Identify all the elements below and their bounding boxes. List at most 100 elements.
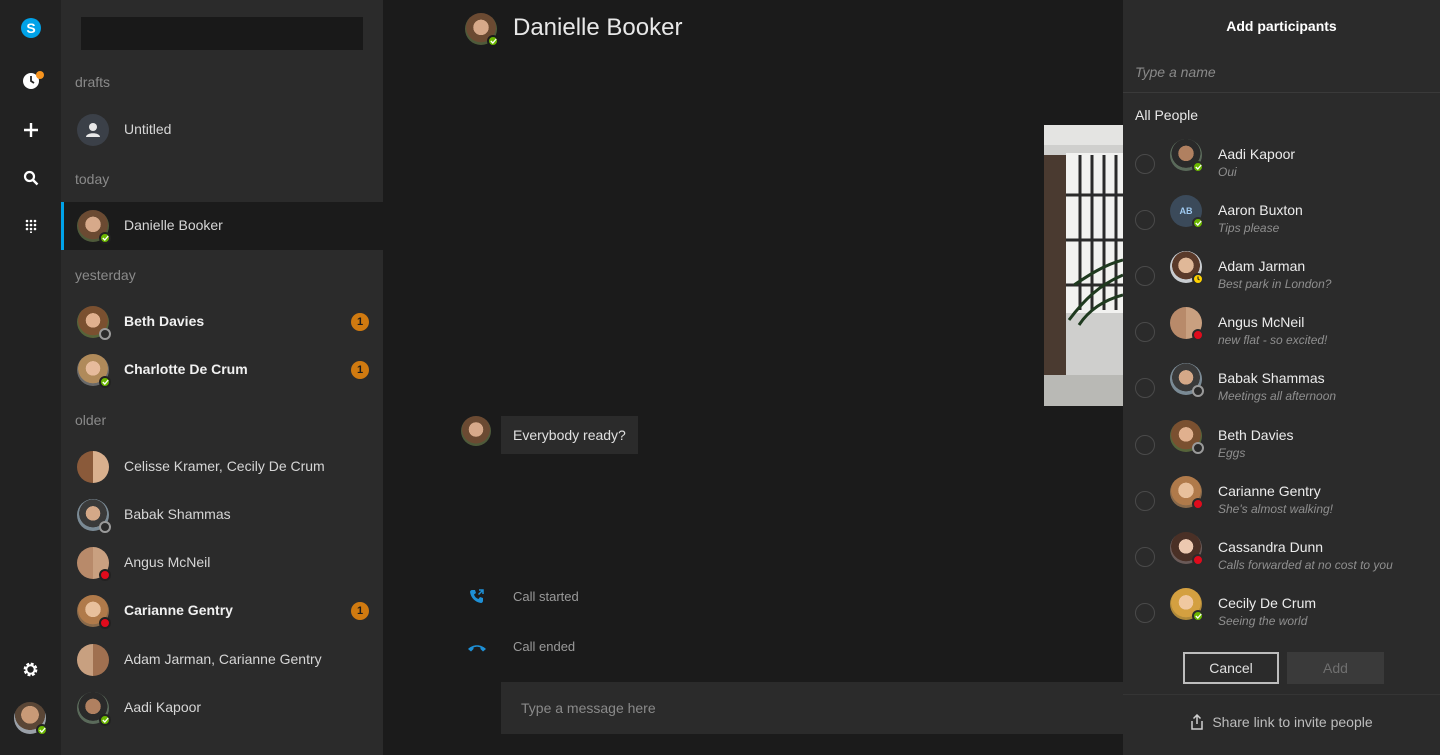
avatar	[77, 354, 111, 388]
conversation-name: Aadi Kapoor	[124, 699, 202, 715]
status-offline-icon	[99, 521, 111, 533]
call-ended-text: Call ended	[513, 639, 576, 654]
conversation-item[interactable]: Danielle Booker	[61, 202, 383, 250]
conversation-item[interactable]: Adam Jarman, Carianne Gentry	[61, 636, 383, 684]
search-icon[interactable]	[0, 158, 61, 198]
conversation-name: Untitled	[124, 121, 172, 137]
participant-row[interactable]: Aadi Kapoor Oui	[1123, 139, 1440, 200]
cancel-button[interactable]: Cancel	[1183, 652, 1279, 684]
person-placeholder-icon	[86, 123, 100, 137]
chat-header-avatar[interactable]	[465, 13, 499, 47]
select-radio[interactable]	[1135, 210, 1155, 230]
status-offline-icon	[1192, 442, 1204, 454]
participant-mood: new flat - so excited!	[1218, 333, 1328, 347]
conversation-item[interactable]: Aadi Kapoor	[61, 684, 383, 732]
select-radio[interactable]	[1135, 154, 1155, 174]
conversation-name: Carianne Gentry	[124, 602, 233, 618]
status-busy-icon	[1192, 554, 1204, 566]
avatar	[1170, 139, 1204, 173]
status-away-icon	[1192, 273, 1204, 285]
status-online-icon	[1192, 610, 1204, 622]
skype-logo-icon[interactable]: S	[0, 8, 61, 48]
participant-name: Angus McNeil	[1218, 314, 1305, 330]
divider	[1123, 92, 1440, 93]
section-older: older	[75, 412, 107, 428]
status-online-icon	[36, 724, 48, 736]
conversation-name: Beth Davies	[124, 313, 205, 329]
conversation-list: drafts Untitled today Danielle Booker ye…	[61, 0, 383, 755]
sender-avatar[interactable]	[461, 416, 491, 446]
participant-row[interactable]: Carianne Gentry She's almost walking!	[1123, 476, 1440, 537]
participant-mood: Eggs	[1218, 446, 1246, 460]
participant-row[interactable]: Angus McNeil new flat - so excited!	[1123, 307, 1440, 368]
participant-name: Adam Jarman	[1218, 258, 1306, 274]
participant-row[interactable]: Adam Jarman Best park in London?	[1123, 251, 1440, 312]
participant-mood: Tips please	[1218, 221, 1280, 235]
status-offline-icon	[1192, 385, 1204, 397]
select-radio[interactable]	[1135, 547, 1155, 567]
select-radio[interactable]	[1135, 491, 1155, 511]
participant-name: Cecily De Crum	[1218, 595, 1317, 611]
my-profile-avatar[interactable]	[14, 702, 48, 736]
avatar	[1170, 307, 1204, 341]
add-participants-panel: Add participants Type a name All People …	[1123, 0, 1440, 755]
participant-search-input[interactable]: Type a name	[1135, 64, 1428, 80]
add-button[interactable]: Add	[1287, 652, 1384, 684]
call-started-icon	[469, 588, 485, 609]
conversation-item[interactable]: Carianne Gentry 1	[61, 587, 383, 635]
message-input[interactable]: Type a message here	[501, 682, 1123, 734]
message-input-placeholder: Type a message here	[521, 700, 656, 716]
dialpad-icon[interactable]	[0, 206, 61, 246]
participant-mood: Seeing the world	[1218, 614, 1308, 628]
initials-avatar: AB	[1170, 195, 1204, 229]
call-started-text: Call started	[513, 589, 579, 604]
participant-name: Cassandra Dunn	[1218, 539, 1324, 555]
status-busy-icon	[99, 569, 111, 581]
section-today: today	[75, 171, 110, 187]
search-input[interactable]	[81, 17, 363, 50]
participant-mood: Oui	[1218, 165, 1237, 179]
conversation-item[interactable]: Charlotte De Crum 1	[61, 346, 383, 394]
avatar	[1170, 476, 1204, 510]
select-radio[interactable]	[1135, 378, 1155, 398]
participant-name: Carianne Gentry	[1218, 483, 1321, 499]
participant-mood: Best park in London?	[1218, 277, 1332, 291]
select-radio[interactable]	[1135, 266, 1155, 286]
add-icon[interactable]	[0, 110, 61, 150]
status-online-icon	[99, 376, 111, 388]
recent-icon[interactable]	[0, 61, 61, 101]
chat-title: Danielle Booker	[513, 14, 683, 41]
avatar	[1170, 363, 1204, 397]
avatar	[77, 114, 109, 146]
conversation-item[interactable]: Angus McNeil	[61, 539, 383, 587]
svg-text:S: S	[26, 20, 35, 36]
select-radio[interactable]	[1135, 435, 1155, 455]
participant-name: Aadi Kapoor	[1218, 146, 1296, 162]
avatar	[1170, 588, 1204, 622]
divider	[1123, 694, 1440, 695]
share-link-button[interactable]: Share link to invite people	[1123, 714, 1440, 730]
notification-dot	[36, 71, 44, 79]
participant-row[interactable]: Cecily De Crum Seeing the world	[1123, 588, 1440, 649]
shared-photo[interactable]	[1044, 125, 1123, 406]
conversation-item[interactable]: Babak Shammas	[61, 491, 383, 539]
conversation-name: Celisse Kramer, Cecily De Crum	[124, 458, 325, 474]
participant-row[interactable]: Beth Davies Eggs	[1123, 420, 1440, 481]
conversation-item[interactable]: Beth Davies 1	[61, 298, 383, 346]
avatar	[77, 499, 111, 533]
participant-row[interactable]: Babak Shammas Meetings all afternoon	[1123, 363, 1440, 424]
participant-row[interactable]: Cassandra Dunn Calls forwarded at no cos…	[1123, 532, 1440, 593]
chat-area: Danielle Booker Everybody ready? Call st…	[383, 0, 1123, 755]
section-drafts: drafts	[75, 74, 111, 90]
settings-icon[interactable]	[0, 649, 61, 689]
conversation-item[interactable]: Untitled	[61, 106, 383, 154]
select-radio[interactable]	[1135, 322, 1155, 342]
select-radio[interactable]	[1135, 603, 1155, 623]
participant-name: Aaron Buxton	[1218, 202, 1303, 218]
conversation-item[interactable]: Celisse Kramer, Cecily De Crum	[61, 443, 383, 491]
message-bubble[interactable]: Everybody ready?	[501, 416, 638, 454]
participant-row[interactable]: AB Aaron Buxton Tips please	[1123, 195, 1440, 256]
conversation-name: Adam Jarman, Carianne Gentry	[124, 651, 322, 667]
participant-name: Beth Davies	[1218, 427, 1294, 443]
conversation-name: Babak Shammas	[124, 506, 231, 522]
